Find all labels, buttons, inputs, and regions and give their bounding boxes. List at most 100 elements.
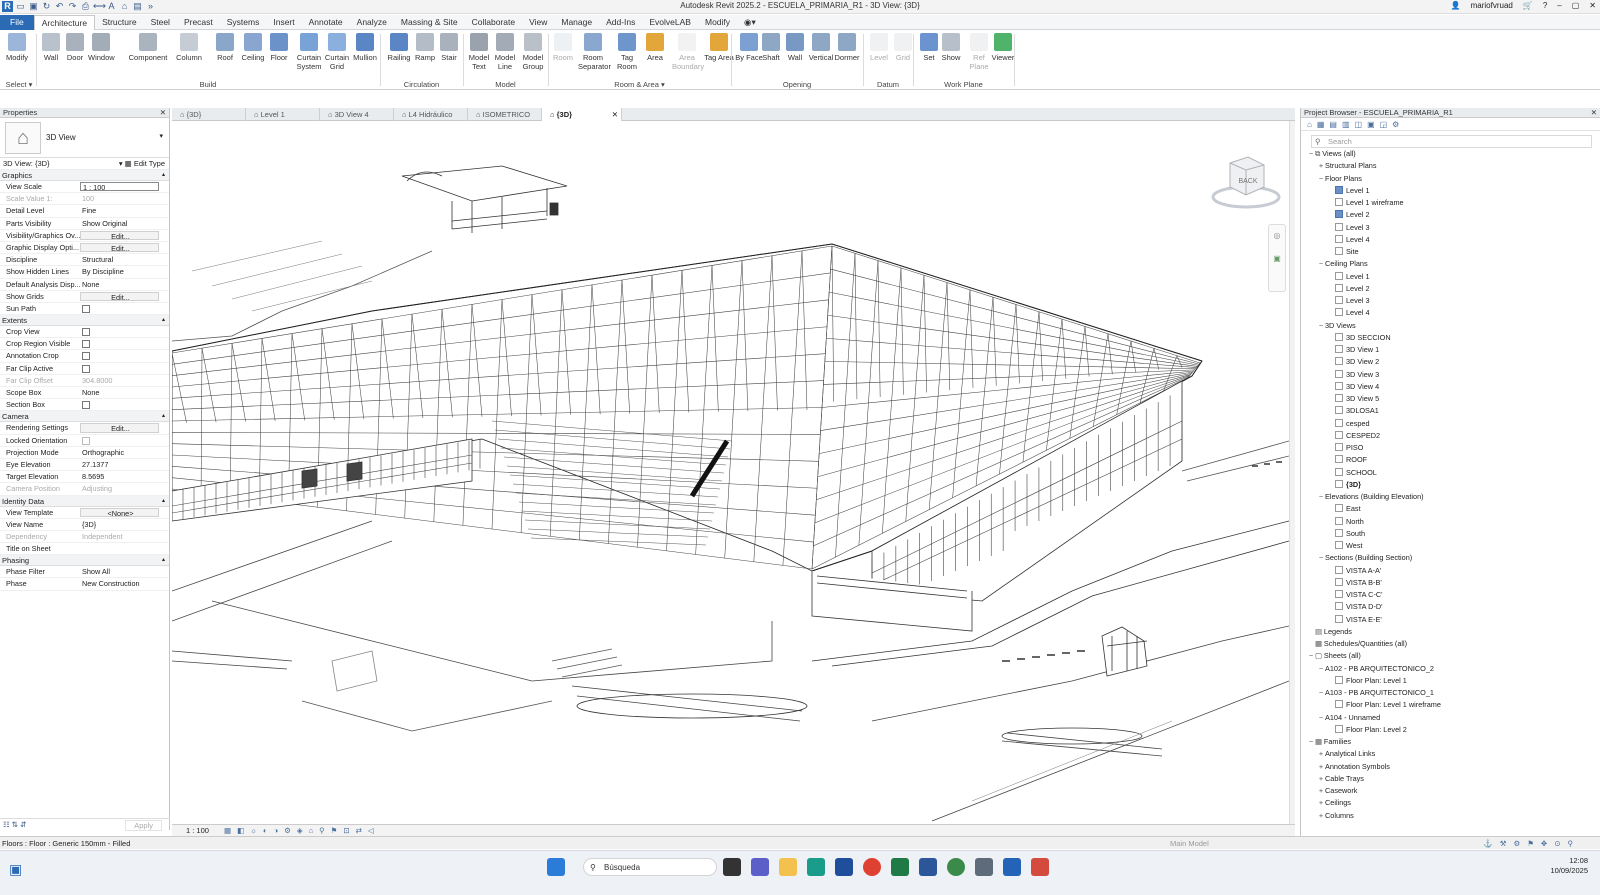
view-tab[interactable]: ⌂ 3D View 4 [320,108,394,121]
browser-node[interactable]: Floor Plan: Level 1 wireframe [1301,699,1600,711]
view-tab[interactable]: ⌂ {3D} [172,108,246,121]
browser-node[interactable]: 3D View 5 [1301,393,1600,405]
view-tab[interactable]: ⌂ {3D} ✕ [542,108,622,121]
collapse-icon[interactable]: − [1307,650,1315,662]
browser-node[interactable]: + Structural Plans [1301,160,1600,172]
floor-button[interactable]: Floor [266,33,292,62]
browser-node[interactable]: West [1301,540,1600,552]
view-tab[interactable]: ⌂ Level 1 [246,108,320,121]
collapse-icon[interactable]: − [1317,687,1325,699]
browser-node[interactable]: Level 4 [1301,234,1600,246]
browser-node[interactable]: Level 3 [1301,222,1600,234]
browser-node[interactable]: 3D View 3 [1301,369,1600,381]
collapse-icon[interactable]: − [1317,663,1325,675]
user-icon[interactable]: 👤 [1451,1,1461,10]
revit-taskbar-icon[interactable] [1003,858,1021,876]
expand-icon[interactable]: + [1317,785,1325,797]
tab-evolvelab[interactable]: EvolveLAB [642,15,698,30]
tab-structure[interactable]: Structure [95,15,144,30]
browser-node[interactable]: Level 1 [1301,185,1600,197]
browser-toolbar[interactable]: ⌂▦▤▥◫▣◲⚙ [1301,118,1600,131]
browser-node[interactable]: + Ceilings [1301,797,1600,809]
property-value[interactable] [80,338,169,349]
browser-node[interactable]: 3D SECCION [1301,332,1600,344]
open-icon[interactable]: ▭ [15,1,26,12]
property-group-extents[interactable]: Extents ▴ [0,315,169,327]
browser-node[interactable]: − A104 - Unnamed [1301,712,1600,724]
property-value[interactable] [80,435,169,446]
tab-annotate[interactable]: Annotate [302,15,350,30]
browser-node[interactable]: + Annotation Symbols [1301,761,1600,773]
snipping-tool-icon[interactable] [1031,858,1049,876]
property-value[interactable]: Edit... [80,242,159,253]
tab-manage[interactable]: Manage [554,15,599,30]
ceiling-button[interactable]: Ceiling [238,33,268,62]
browser-node[interactable]: + Analytical Links [1301,748,1600,760]
property-value[interactable] [80,303,169,314]
tab-view[interactable]: View [522,15,554,30]
home-3d-icon[interactable]: ⌂ [119,1,130,12]
door-button[interactable]: Door [62,33,88,62]
browser-node[interactable]: cesped [1301,418,1600,430]
type-selector[interactable]: ⌂ 3D View ▾ [0,118,169,158]
group-room-area[interactable]: Room & Area ▾ [548,80,731,89]
browser-node[interactable]: CESPED2 [1301,430,1600,442]
property-value[interactable]: 27.1377 [80,459,169,470]
browser-node[interactable]: ROOF [1301,454,1600,466]
property-group-phasing[interactable]: Phasing ▴ [0,555,169,567]
browser-node[interactable]: Level 2 [1301,209,1600,221]
collapse-icon[interactable]: ▴ [162,496,165,507]
word-icon[interactable] [919,858,937,876]
column-button[interactable]: Column [176,33,202,62]
browser-node[interactable]: − A102 - PB ARQUITECTONICO_2 [1301,663,1600,675]
property-value[interactable]: Fine [80,205,169,216]
collapse-icon[interactable]: − [1317,258,1325,270]
property-value[interactable]: 1 : 100 [80,182,159,192]
browser-node[interactable]: + Casework [1301,785,1600,797]
stair-button[interactable]: Stair [436,33,462,62]
collapse-icon[interactable]: ▴ [162,555,165,566]
property-value[interactable]: None [80,387,169,398]
browser-node[interactable]: 3DLOSA1 [1301,405,1600,417]
tab-collaborate[interactable]: Collaborate [465,15,522,30]
view-tab[interactable]: ⌂ ISOMETRICO [468,108,542,121]
vertical-scrollbar[interactable] [1289,121,1295,824]
browser-node[interactable]: VISTA B-B' [1301,577,1600,589]
property-checkbox[interactable] [82,304,90,313]
revit-logo-icon[interactable]: R [2,1,13,12]
tab-architecture[interactable]: Architecture [33,14,96,30]
browser-node[interactable]: North [1301,516,1600,528]
more-icon[interactable]: » [145,1,156,12]
expand-icon[interactable]: + [1317,773,1325,785]
instance-filter[interactable]: 3D View: {3D} ▾ ▦ Edit Type [0,158,169,170]
collapse-icon[interactable]: − [1317,173,1325,185]
model-3d-view[interactable] [172,121,1289,824]
roof-button[interactable]: Roof [212,33,238,62]
property-checkbox[interactable] [82,364,90,373]
tab-add-ins[interactable]: Add-Ins [599,15,642,30]
print-icon[interactable]: ⎙ [80,1,91,12]
browser-node[interactable]: PISO [1301,442,1600,454]
property-value[interactable]: Show Original [80,218,169,229]
minimize-icon[interactable]: – [1557,1,1561,10]
browser-node[interactable]: Floor Plan: Level 1 [1301,675,1600,687]
browser-node[interactable]: − Floor Plans [1301,173,1600,185]
property-group-identity-data[interactable]: Identity Data ▴ [0,495,169,507]
expand-icon[interactable]: + [1317,160,1325,172]
property-value[interactable]: None [80,279,169,290]
expand-icon[interactable]: + [1317,797,1325,809]
property-value[interactable]: Edit... [80,423,159,433]
collapse-icon[interactable]: ▴ [162,315,165,326]
user-name[interactable]: mariofvruad [1471,1,1513,10]
browser-node[interactable]: ▦ Schedules/Quantities (all) [1301,638,1600,650]
calculator-icon[interactable] [975,858,993,876]
save-icon[interactable]: ▣ [28,1,39,12]
property-checkbox[interactable] [82,401,90,410]
property-value[interactable]: Structural [80,254,169,265]
browser-node[interactable]: + Columns [1301,810,1600,822]
browser-node[interactable]: + Cable Trays [1301,773,1600,785]
cart-icon[interactable]: 🛒 [1523,1,1533,10]
property-value[interactable] [80,363,169,374]
level-button[interactable]: Level [866,33,892,62]
widgets-icon[interactable]: ▣ [9,861,22,878]
